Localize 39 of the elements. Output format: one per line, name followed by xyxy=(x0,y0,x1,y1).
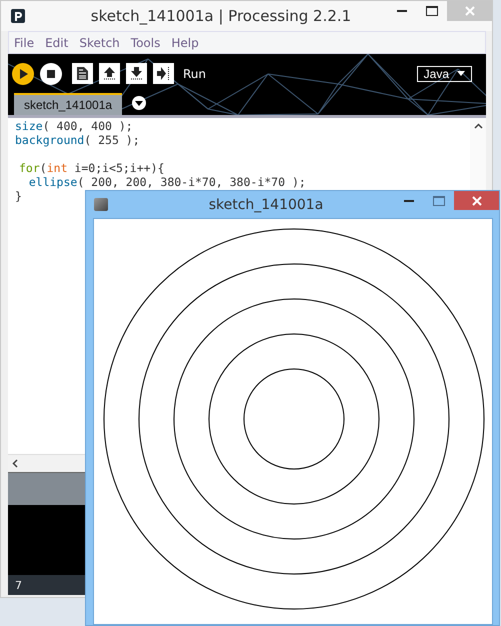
toolbar-hint: Run xyxy=(183,66,206,80)
close-icon xyxy=(472,196,482,206)
close-button[interactable] xyxy=(454,191,499,210)
new-button[interactable] xyxy=(72,63,93,84)
menu-item[interactable]: Tools xyxy=(126,36,166,50)
line-number: 7 xyxy=(15,578,22,592)
open-button[interactable] xyxy=(99,63,120,84)
editor-tab[interactable]: sketch_141001a xyxy=(14,93,122,115)
scroll-left-icon[interactable] xyxy=(12,459,18,468)
right-arrow-icon xyxy=(157,67,170,80)
menu-item[interactable]: Edit xyxy=(40,36,74,50)
code-line: for(int i=0;i<5;i++){ xyxy=(19,161,164,175)
app-icon xyxy=(11,9,25,23)
window-title: sketch_141001a | Processing 2.2.1 xyxy=(90,7,352,25)
window-title: sketch_141001a xyxy=(208,196,324,212)
caret-icon xyxy=(457,71,465,76)
maximize-icon xyxy=(433,196,445,206)
caret-icon xyxy=(135,100,144,106)
export-button[interactable] xyxy=(153,63,174,84)
down-arrow-icon xyxy=(131,67,142,80)
scroll-up-icon[interactable] xyxy=(474,123,482,129)
menu-item[interactable]: Help xyxy=(166,36,205,50)
document-icon xyxy=(77,67,88,80)
close-icon xyxy=(464,6,474,16)
maximize-icon xyxy=(426,6,438,16)
menu-item[interactable]: File xyxy=(9,36,40,50)
save-button[interactable] xyxy=(126,63,147,84)
code-line: size( 400, 400 ); xyxy=(15,119,133,133)
menu-item[interactable]: Sketch xyxy=(74,36,126,50)
mode-dropdown[interactable]: Java xyxy=(416,66,472,82)
play-icon xyxy=(18,68,28,78)
up-arrow-icon xyxy=(104,67,115,80)
window-icon xyxy=(94,198,108,211)
minimize-icon xyxy=(404,200,414,202)
code-line: background( 255 ); xyxy=(15,133,140,147)
minimize-icon xyxy=(397,10,407,12)
code-line: ellipse( 200, 200, 380-i*70, 380-i*70 ); xyxy=(28,175,306,189)
stop-icon xyxy=(47,70,55,78)
code-line: } xyxy=(15,189,22,203)
